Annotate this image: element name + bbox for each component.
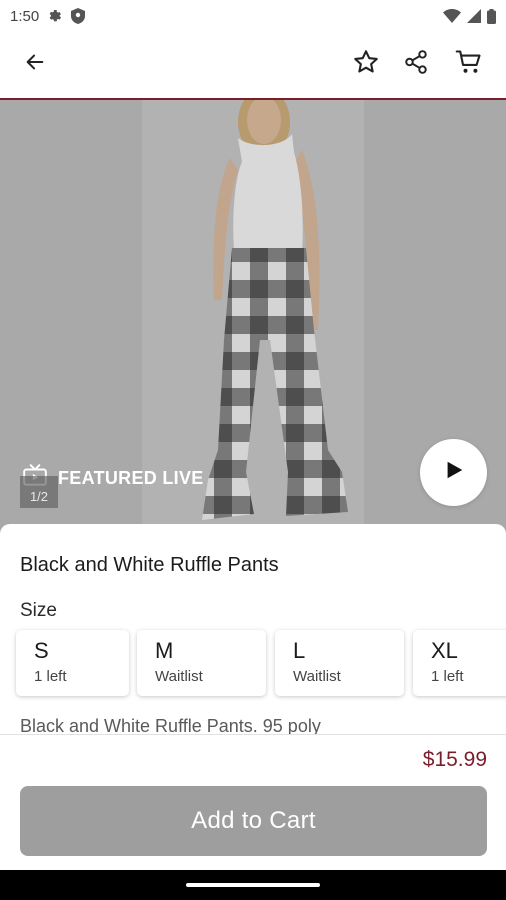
product-title: Black and White Ruffle Pants	[20, 554, 279, 576]
battery-icon	[487, 8, 496, 24]
add-to-cart-button[interactable]: Add to Cart	[20, 786, 487, 856]
size-name: XL	[431, 638, 458, 663]
size-stock: Waitlist	[293, 668, 341, 685]
size-option-l[interactable]: L Waitlist	[275, 630, 404, 696]
home-indicator[interactable]	[186, 883, 320, 887]
play-video-button[interactable]	[420, 439, 487, 506]
cart-icon	[455, 48, 483, 81]
settings-gear-icon	[47, 8, 63, 24]
arrow-left-icon	[24, 51, 46, 78]
size-name: L	[293, 638, 306, 663]
play-icon	[443, 459, 465, 486]
size-stock: 1 left	[34, 668, 67, 685]
divider	[0, 734, 506, 735]
status-time: 1:50	[10, 7, 40, 25]
size-stock: Waitlist	[155, 668, 203, 685]
featured-live-label: FEATURED LIVE	[58, 468, 204, 488]
image-counter: 1/2	[20, 476, 58, 508]
size-option-xl[interactable]: XL 1 left	[413, 630, 506, 696]
product-price: $15.99	[422, 748, 487, 771]
cart-button[interactable]	[449, 44, 489, 84]
share-button[interactable]	[396, 44, 436, 84]
system-nav-bar	[0, 870, 506, 900]
share-icon	[403, 49, 429, 80]
size-heading: Size	[20, 600, 57, 621]
app-bar	[0, 32, 506, 100]
shield-icon	[71, 8, 86, 24]
size-stock: 1 left	[431, 668, 464, 685]
size-options: S 1 left M Waitlist L Waitlist XL 1 left	[16, 630, 506, 696]
size-option-s[interactable]: S 1 left	[16, 630, 129, 696]
star-outline-icon	[352, 48, 380, 81]
status-bar: 1:50	[0, 0, 506, 32]
back-button[interactable]	[15, 44, 55, 84]
signal-icon	[467, 9, 481, 23]
product-details-sheet: Black and White Ruffle Pants Size S 1 le…	[0, 524, 506, 734]
size-option-m[interactable]: M Waitlist	[137, 630, 266, 696]
product-description: Black and White Ruffle Pants. 95 poly	[20, 716, 321, 734]
size-name: M	[155, 638, 174, 663]
wifi-icon	[443, 9, 461, 23]
favorite-button[interactable]	[346, 44, 386, 84]
size-name: S	[34, 638, 49, 663]
